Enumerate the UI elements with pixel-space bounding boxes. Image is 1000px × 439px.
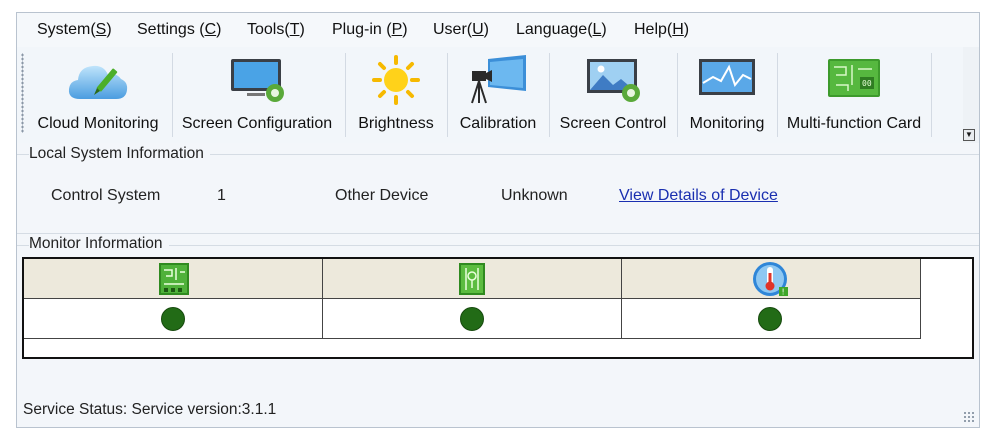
resize-grip-icon[interactable]: [963, 411, 975, 423]
tool-label: Screen Control: [559, 115, 667, 132]
menu-tools[interactable]: Tools(T): [247, 21, 305, 39]
cloud-pen-icon: [68, 65, 128, 99]
monitor-gear-icon: [231, 59, 284, 102]
tool-label: Brightness: [358, 115, 434, 132]
calibration-button[interactable]: Calibration: [453, 47, 543, 143]
toolbar-separator: [777, 53, 778, 137]
sun-icon: [372, 55, 420, 105]
monitor-status-cell: [323, 299, 622, 339]
toolbar-separator: [172, 53, 173, 137]
menu-settings[interactable]: Settings (C): [137, 21, 221, 39]
screen-configuration-button[interactable]: Screen Configuration: [177, 47, 337, 143]
main-window: System(S) Settings (C) Tools(T) Plug-in …: [16, 12, 980, 428]
tool-label: Screen Configuration: [181, 115, 333, 132]
toolbar-separator: [677, 53, 678, 137]
svg-text:00: 00: [862, 79, 872, 88]
menu-user[interactable]: User(U): [433, 21, 489, 39]
menu-plugin[interactable]: Plug-in (P): [332, 21, 408, 39]
screen-control-button[interactable]: Screen Control: [555, 47, 671, 143]
tool-label: Calibration: [459, 115, 537, 132]
local-system-title: Local System Information: [29, 145, 210, 163]
camera-tripod-icon: [471, 55, 526, 104]
status-ok-indicator: [161, 307, 185, 331]
power-module-icon: [459, 263, 485, 295]
cloud-monitoring-button[interactable]: Cloud Monitoring: [31, 47, 165, 143]
toolbar-separator: [345, 53, 346, 137]
menu-system[interactable]: System(S): [37, 21, 112, 39]
picture-gear-icon: [587, 59, 640, 102]
toolbar: Cloud Monitoring Screen Configuration Br…: [17, 47, 963, 143]
receiving-card-icon: [159, 263, 189, 295]
tool-label: Monitoring: [689, 115, 765, 132]
svg-text:!: !: [782, 288, 785, 297]
monitor-header-cell: [323, 259, 622, 299]
menu-help[interactable]: Help(H): [634, 21, 689, 39]
control-system-value: 1: [217, 187, 226, 204]
circuit-board-icon: 00: [828, 59, 880, 97]
multi-function-card-button[interactable]: 00 Multi-function Card: [783, 47, 925, 143]
tool-label: Multi-function Card: [786, 115, 922, 132]
monitor-table: !: [22, 257, 974, 359]
toolbar-grip[interactable]: [21, 53, 24, 133]
waveform-monitor-icon: [699, 59, 755, 95]
toolbar-separator: [931, 53, 932, 137]
thermometer-icon: !: [753, 262, 788, 297]
status-ok-indicator: [758, 307, 782, 331]
monitor-status-cell: [622, 299, 921, 339]
view-details-link[interactable]: View Details of Device: [619, 187, 778, 205]
menu-language[interactable]: Language(L): [516, 21, 607, 39]
service-status-text: Service Status: Service version:3.1.1: [23, 401, 277, 418]
monitoring-button[interactable]: Monitoring: [683, 47, 771, 143]
tool-label: Cloud Monitoring: [37, 115, 159, 132]
monitor-info-title: Monitor Information: [29, 235, 169, 253]
menu-bar: System(S) Settings (C) Tools(T) Plug-in …: [17, 13, 979, 47]
status-ok-indicator: [460, 307, 484, 331]
status-bar: Service Status: Service version:3.1.1: [17, 399, 979, 427]
group-divider: [17, 233, 979, 234]
other-device-label: Other Device: [335, 187, 429, 204]
monitor-status-cell: [24, 299, 323, 339]
toolbar-separator: [447, 53, 448, 137]
brightness-button[interactable]: Brightness: [351, 47, 441, 143]
other-device-value: Unknown: [501, 187, 568, 204]
toolbar-separator: [549, 53, 550, 137]
control-system-label: Control System: [51, 187, 161, 204]
toolbar-overflow-button[interactable]: ▼: [963, 129, 975, 141]
monitor-header-cell: !: [622, 259, 921, 299]
monitor-header-cell: [24, 259, 323, 299]
